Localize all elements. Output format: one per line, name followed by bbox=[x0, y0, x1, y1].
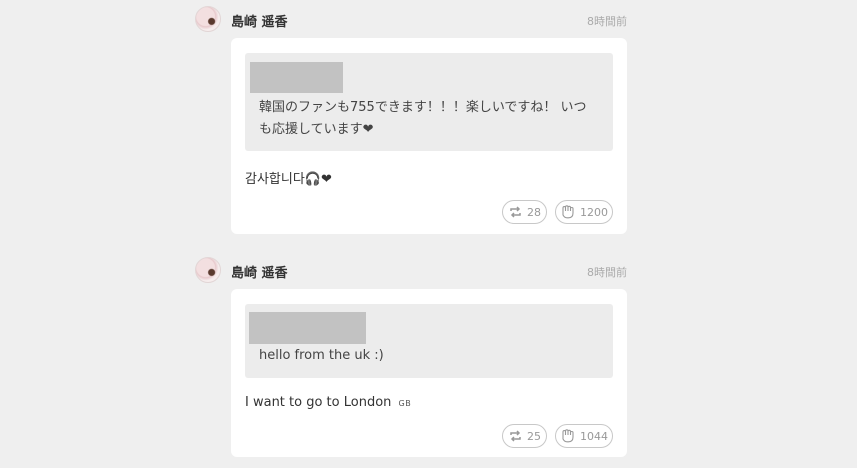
like-button[interactable]: 1044 bbox=[555, 424, 613, 448]
reply-text-body: I want to go to London bbox=[245, 395, 392, 410]
repost-button[interactable]: 25 bbox=[502, 424, 547, 448]
post-header: 島崎 遥香 8時間前 bbox=[195, 257, 627, 287]
post: 島崎 遥香 8時間前 韓国のファンも755できます！！！楽しいですね！ いつも応… bbox=[195, 6, 627, 236]
reply-text-body: 감사합니다🎧❤ bbox=[245, 172, 332, 187]
post-card: hello from the uk :) I want to go to Lon… bbox=[231, 289, 627, 457]
author-name[interactable]: 島崎 遥香 bbox=[231, 262, 288, 281]
post: 島崎 遥香 8時間前 hello from the uk :) I want t… bbox=[195, 257, 627, 462]
like-count: 1200 bbox=[580, 205, 608, 219]
quoted-comment-text: 韓国のファンも755できます！！！楽しいですね！ いつも応援しています❤ bbox=[259, 100, 587, 137]
repost-icon bbox=[508, 430, 523, 442]
post-time: 8時間前 bbox=[587, 266, 627, 279]
author-name[interactable]: 島崎 遥香 bbox=[231, 11, 288, 30]
reply-text: I want to go to London GB bbox=[245, 395, 411, 410]
redacted-commenter-name bbox=[250, 62, 343, 93]
repost-count: 28 bbox=[527, 205, 541, 219]
clap-hand-icon bbox=[560, 429, 576, 443]
repost-count: 25 bbox=[527, 429, 541, 443]
like-count: 1044 bbox=[580, 429, 608, 443]
quoted-comment: hello from the uk :) bbox=[245, 304, 613, 378]
avatar[interactable] bbox=[195, 6, 221, 32]
gb-flag-icon: GB bbox=[398, 399, 412, 408]
post-card: 韓国のファンも755できます！！！楽しいですね！ いつも応援しています❤ 감사합… bbox=[231, 38, 627, 234]
quoted-comment-text: hello from the uk :) bbox=[259, 348, 384, 363]
redacted-commenter-name bbox=[249, 312, 366, 344]
post-header: 島崎 遥香 8時間前 bbox=[195, 6, 627, 36]
post-time: 8時間前 bbox=[587, 15, 627, 28]
repost-button[interactable]: 28 bbox=[502, 200, 547, 224]
reply-text: 감사합니다🎧❤ bbox=[245, 168, 332, 187]
clap-hand-icon bbox=[560, 205, 576, 219]
repost-icon bbox=[508, 206, 523, 218]
like-button[interactable]: 1200 bbox=[555, 200, 613, 224]
avatar[interactable] bbox=[195, 257, 221, 283]
quoted-comment: 韓国のファンも755できます！！！楽しいですね！ いつも応援しています❤ bbox=[245, 53, 613, 151]
